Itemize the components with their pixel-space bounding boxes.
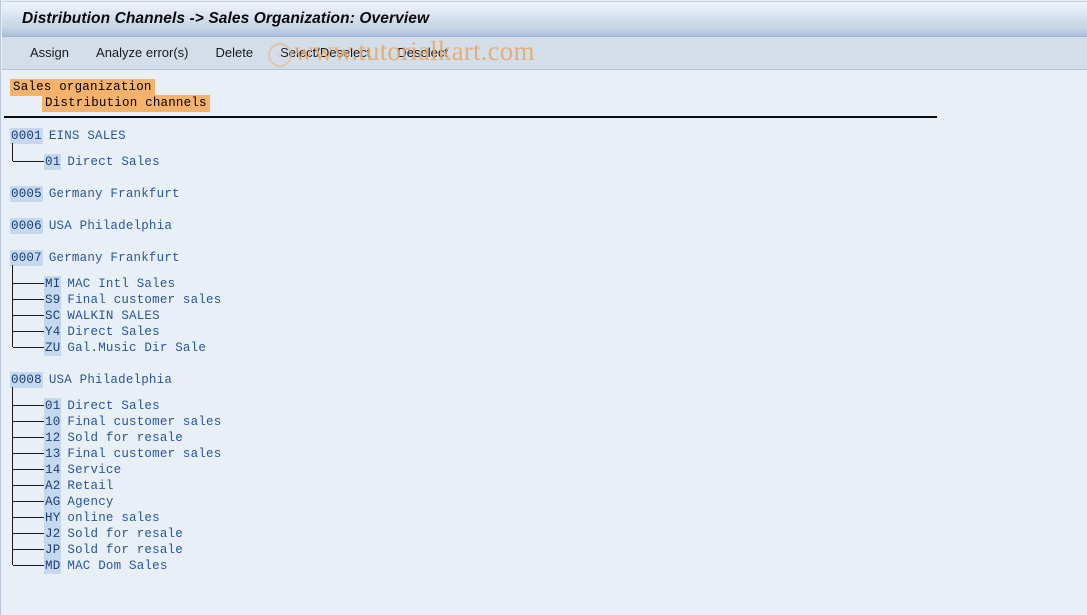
distribution-channel-label: Sold for resale xyxy=(67,431,183,445)
sales-organization-code[interactable]: 0007 xyxy=(10,250,43,266)
deselect-button[interactable]: Deselect xyxy=(388,43,457,63)
distribution-channel-label: Sold for resale xyxy=(67,527,183,541)
header-divider xyxy=(4,116,937,118)
distribution-channel-row[interactable]: JP Sold for resale xyxy=(2,541,1087,558)
sales-organization-row[interactable]: 0008 USA Philadelphia xyxy=(2,371,1087,388)
distribution-channel-label: Sold for resale xyxy=(67,543,183,557)
distribution-channel-code[interactable]: 10 xyxy=(44,414,62,430)
distribution-channel-label: Direct Sales xyxy=(67,325,160,339)
distribution-channel-list: 01 Direct Sales 10 Final customer sales 12 So… xyxy=(2,387,1087,574)
distribution-channel-row[interactable]: A2 Retail xyxy=(2,477,1087,494)
distribution-channel-code[interactable]: 12 xyxy=(44,430,62,446)
distribution-channel-code[interactable]: Y4 xyxy=(44,324,62,340)
distribution-channel-code[interactable]: HY xyxy=(44,510,62,526)
distribution-channel-row[interactable]: HY online sales xyxy=(2,509,1087,526)
distribution-channel-code[interactable]: MI xyxy=(44,276,62,292)
toolbar: Assign Analyze error(s) Delete Select/Desel… xyxy=(2,37,1087,70)
sales-organization-code[interactable]: 0001 xyxy=(10,128,43,144)
legend-level-2: Distribution channels xyxy=(42,93,210,112)
tree-group: 0008 USA Philadelphia 01 Direct Sales 10 Fina… xyxy=(2,371,1087,574)
distribution-channel-label: MAC Intl Sales xyxy=(67,277,176,291)
distribution-channel-label: Final customer sales xyxy=(67,447,222,461)
distribution-channel-list: 01 Direct Sales xyxy=(2,143,1087,170)
distribution-channel-code[interactable]: 01 xyxy=(44,398,62,414)
distribution-channel-label: Direct Sales xyxy=(67,155,160,169)
distribution-channel-row[interactable]: MI MAC Intl Sales xyxy=(2,275,1087,292)
sales-organization-row[interactable]: 0007 Germany Frankfurt xyxy=(2,249,1087,266)
distribution-channel-row[interactable]: AG Agency xyxy=(2,493,1087,510)
distribution-channel-code[interactable]: AG xyxy=(44,494,62,510)
distribution-channel-code[interactable]: MD xyxy=(44,558,62,574)
distribution-channel-row[interactable]: 12 Sold for resale xyxy=(2,429,1087,446)
distribution-channel-code[interactable]: SC xyxy=(44,308,62,324)
distribution-channel-list: MI MAC Intl Sales S9 Final customer sales SC… xyxy=(2,265,1087,356)
distribution-channel-row[interactable]: ZU Gal.Music Dir Sale xyxy=(2,339,1087,356)
distribution-channel-code[interactable]: ZU xyxy=(44,340,62,356)
distribution-channel-row[interactable]: MD MAC Dom Sales xyxy=(2,557,1087,574)
page-title: Distribution Channels -> Sales Organizat… xyxy=(22,10,430,27)
title-bar: Distribution Channels -> Sales Organizat… xyxy=(2,1,1087,37)
distribution-channel-row[interactable]: SC WALKIN SALES xyxy=(2,307,1087,324)
sales-organization-label: Germany Frankfurt xyxy=(48,187,180,201)
sales-organization-code[interactable]: 0005 xyxy=(10,186,43,202)
distribution-channel-code[interactable]: JP xyxy=(44,542,62,558)
distribution-channel-row[interactable]: 01 Direct Sales xyxy=(2,397,1087,414)
distribution-channel-row[interactable]: J2 Sold for resale xyxy=(2,525,1087,542)
distribution-channel-row[interactable]: 13 Final customer sales xyxy=(2,445,1087,462)
distribution-channel-label: Final customer sales xyxy=(67,293,222,307)
tree-group: 0001 EINS SALES 01 Direct Sales xyxy=(2,127,1087,170)
select-deselect-button[interactable]: Select/Deselect xyxy=(271,43,379,63)
sales-organization-row[interactable]: 0001 EINS SALES xyxy=(2,127,1087,144)
distribution-channel-row[interactable]: Y4 Direct Sales xyxy=(2,323,1087,340)
distribution-channel-label: MAC Dom Sales xyxy=(67,559,168,573)
tree-group: 0005 Germany Frankfurt xyxy=(2,185,1087,202)
distribution-channel-code[interactable]: 13 xyxy=(44,446,62,462)
sales-organization-code[interactable]: 0008 xyxy=(10,372,43,388)
distribution-channel-label: Final customer sales xyxy=(67,415,222,429)
distribution-channel-code[interactable]: A2 xyxy=(44,478,62,494)
sales-organization-row[interactable]: 0006 USA Philadelphia xyxy=(2,217,1087,234)
distribution-channel-label: Service xyxy=(67,463,122,477)
distribution-channel-label: Retail xyxy=(67,479,114,493)
distribution-channel-row[interactable]: 10 Final customer sales xyxy=(2,413,1087,430)
distribution-channel-label: Direct Sales xyxy=(67,399,160,413)
analyze-errors-button[interactable]: Analyze error(s) xyxy=(87,43,197,63)
sales-organization-code[interactable]: 0006 xyxy=(10,218,43,234)
distribution-channel-code[interactable]: J2 xyxy=(44,526,62,542)
sales-organization-label: Germany Frankfurt xyxy=(48,251,180,265)
assign-button[interactable]: Assign xyxy=(21,43,78,63)
distribution-channel-code[interactable]: 01 xyxy=(44,154,62,170)
tree-group: 0006 USA Philadelphia xyxy=(2,217,1087,234)
distribution-channel-label: Gal.Music Dir Sale xyxy=(67,341,207,355)
legend-label-distribution-channels: Distribution channels xyxy=(42,95,210,112)
distribution-channel-label: WALKIN SALES xyxy=(67,309,160,323)
distribution-channel-code[interactable]: S9 xyxy=(44,292,62,308)
distribution-channel-row[interactable]: 01 Direct Sales xyxy=(2,153,1087,170)
sales-organization-label: USA Philadelphia xyxy=(48,219,173,233)
sales-organization-tree: 0001 EINS SALES 01 Direct Sales 0005 Germany … xyxy=(2,127,1087,574)
sales-organization-label: EINS SALES xyxy=(48,129,126,143)
delete-button[interactable]: Delete xyxy=(207,43,263,63)
distribution-channel-code[interactable]: 14 xyxy=(44,462,62,478)
distribution-channel-label: Agency xyxy=(67,495,114,509)
distribution-channel-row[interactable]: S9 Final customer sales xyxy=(2,291,1087,308)
tree-content-area: Sales organization Distribution channels… xyxy=(2,71,1087,615)
tree-group: 0007 Germany Frankfurt MI MAC Intl Sales S9 F… xyxy=(2,249,1087,356)
distribution-channel-row[interactable]: 14 Service xyxy=(2,461,1087,478)
distribution-channel-label: online sales xyxy=(67,511,160,525)
application-window: Distribution Channels -> Sales Organizat… xyxy=(0,0,1087,615)
sales-organization-label: USA Philadelphia xyxy=(48,373,173,387)
sales-organization-row[interactable]: 0005 Germany Frankfurt xyxy=(2,185,1087,202)
